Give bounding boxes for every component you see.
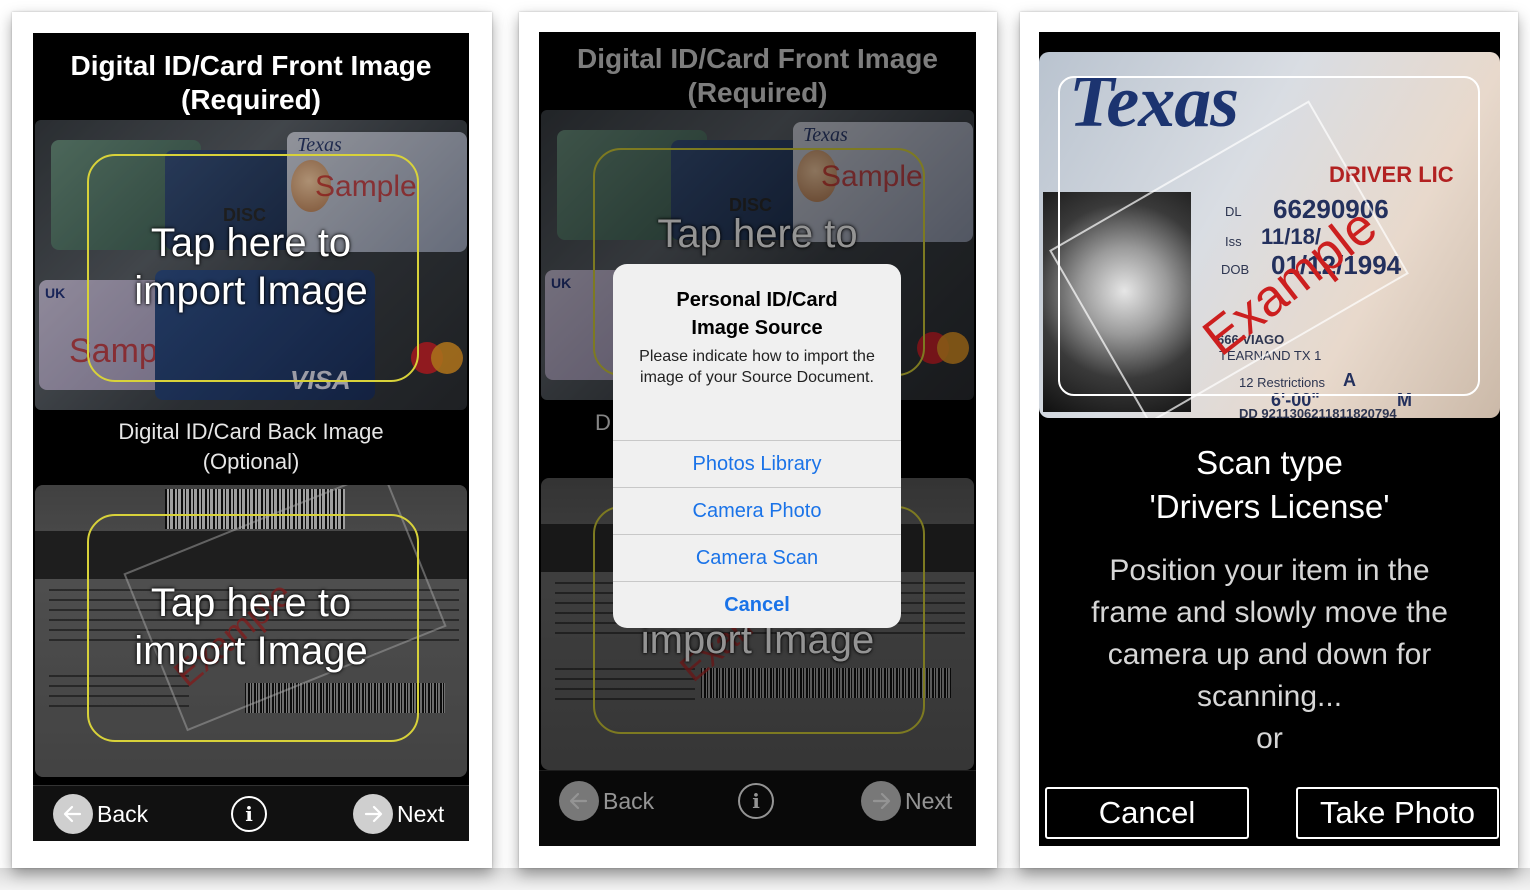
dd-number: DD 9211306211811820794 (1239, 406, 1397, 418)
instruction-line-2: frame and slowly move the (1091, 596, 1448, 629)
cancel-button[interactable]: Cancel (1045, 787, 1249, 839)
dialog-actions: Photos Library Camera Photo Camera Scan … (613, 440, 901, 628)
back-label: Back (97, 800, 149, 827)
instruction-or: or (1256, 722, 1283, 755)
next-button[interactable]: Next (353, 794, 444, 834)
phone-frame-2: Digital ID/Card Front Image (Required) D… (519, 12, 997, 868)
photos-library-button[interactable]: Photos Library (613, 440, 901, 487)
screen-1: Digital ID/Card Front Image (Required) D… (33, 33, 469, 841)
camera-photo-button[interactable]: Camera Photo (613, 487, 901, 534)
bottom-nav-bar: Back i Next (33, 785, 469, 841)
phone-frame-1: Digital ID/Card Front Image (Required) D… (12, 12, 492, 868)
camera-scan-button[interactable]: Camera Scan (613, 534, 901, 581)
shadow-floor (0, 868, 1530, 890)
back-button[interactable]: Back (53, 794, 148, 834)
dialog-message: Please indicate how to import the image … (639, 348, 875, 386)
screen-2: Digital ID/Card Front Image (Required) D… (539, 32, 976, 846)
next-arrow-icon (353, 794, 393, 834)
scan-target-frame (1058, 76, 1480, 396)
scan-type-line-2: 'Drivers License' (1149, 488, 1390, 525)
back-arrow-icon (53, 794, 93, 834)
take-photo-button[interactable]: Take Photo (1296, 787, 1499, 839)
instruction-line-3: camera up and down for (1107, 638, 1432, 671)
instruction-line-1: Position your item in the (1109, 554, 1430, 587)
scan-type-line-1: Scan type (1196, 444, 1343, 481)
front-tap-text[interactable]: Tap here to import Image (33, 219, 469, 315)
next-label: Next (397, 800, 445, 827)
image-source-dialog: Personal ID/Card Image Source Please ind… (613, 264, 901, 628)
cancel-button[interactable]: Cancel (613, 581, 901, 628)
phone-frame-3: Texas DRIVER LIC DL 66290906 Iss 11/18/ … (1020, 12, 1518, 868)
instruction-line-4: scanning... (1196, 680, 1343, 713)
back-image-title: Digital ID/Card Back Image (Optional) (118, 419, 384, 474)
dialog-title: Personal ID/Card Image Source (676, 289, 838, 339)
back-tap-text[interactable]: Tap here to import Image (33, 579, 469, 675)
screen-3: Texas DRIVER LIC DL 66290906 Iss 11/18/ … (1039, 32, 1500, 846)
info-icon[interactable]: i (231, 796, 267, 832)
front-image-title: Digital ID/Card Front Image (Required) (70, 50, 432, 115)
